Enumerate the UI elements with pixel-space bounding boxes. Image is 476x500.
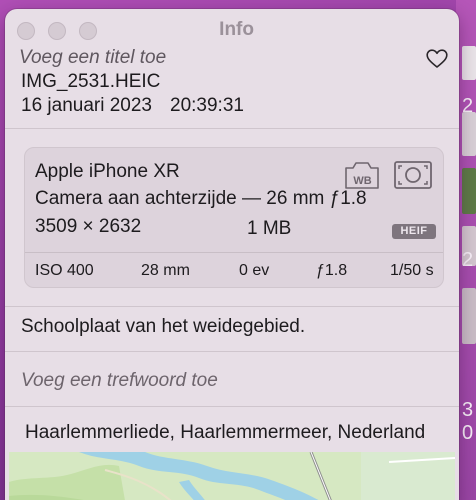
desktop-text-fragment: 2 — [462, 95, 474, 117]
photo-datetime: 16 januari 2023 20:39:31 — [21, 95, 244, 117]
location-label: Haarlemmerliede, Haarlemmermeer, Nederla… — [25, 422, 426, 443]
desktop-thumbnail — [462, 46, 476, 80]
exif-card: Apple iPhone XR Camera aan achterzijde —… — [24, 147, 444, 288]
desktop-thumbnail — [462, 168, 476, 214]
title-bar[interactable]: Info — [5, 9, 459, 49]
image-dimensions: 3509 × 2632 — [35, 216, 142, 237]
divider — [5, 406, 459, 407]
caption-field[interactable]: Schoolplaat van het weidegebied. — [21, 316, 305, 338]
window-title: Info — [219, 19, 254, 40]
camera-model: Apple iPhone XR — [35, 161, 180, 182]
photo-date: 16 januari 2023 — [21, 95, 152, 116]
iso-value: ISO 400 — [35, 262, 94, 279]
exif-separator — [25, 252, 443, 253]
aperture-value: ƒ1.8 — [316, 262, 348, 279]
wb-icon: WB — [345, 162, 379, 189]
format-badge: HEIF — [392, 224, 436, 239]
file-size: 1 MB — [247, 218, 292, 239]
photo-filename: IMG_2531.HEIC — [21, 71, 161, 92]
desktop-thumbnail — [462, 112, 476, 156]
exif-stats-row: ISO 400 28 mm 0 ev ƒ1.8 1/50 s — [25, 262, 443, 282]
focal-length-value: 28 mm — [141, 262, 190, 279]
location-map[interactable] — [9, 452, 455, 500]
divider — [5, 128, 459, 129]
heart-icon[interactable] — [426, 49, 448, 69]
desktop-thumbnail — [462, 288, 476, 344]
divider — [5, 306, 459, 307]
window-title-wrap: Info — [5, 19, 459, 41]
wb-icon-label: WB — [353, 175, 371, 187]
divider — [5, 351, 459, 352]
metering-icon — [394, 161, 432, 189]
desktop-text-fragment: 0 — [462, 422, 474, 444]
desktop-text-fragment: 3 — [462, 399, 474, 421]
photo-title-field[interactable]: Voeg een titel toe — [19, 47, 166, 69]
info-window: Info Voeg een titel toe IMG_2531.HEIC 16… — [5, 9, 459, 500]
exposure-bias-value: 0 ev — [239, 262, 270, 279]
desktop-text-fragment: 2 — [462, 249, 474, 271]
photo-time: 20:39:31 — [170, 95, 244, 116]
keyword-field[interactable]: Voeg een trefwoord toe — [21, 370, 218, 392]
shutter-speed-value: 1/50 s — [390, 262, 434, 279]
lens-info: Camera aan achterzijde — 26 mm ƒ1.8 — [35, 188, 367, 209]
